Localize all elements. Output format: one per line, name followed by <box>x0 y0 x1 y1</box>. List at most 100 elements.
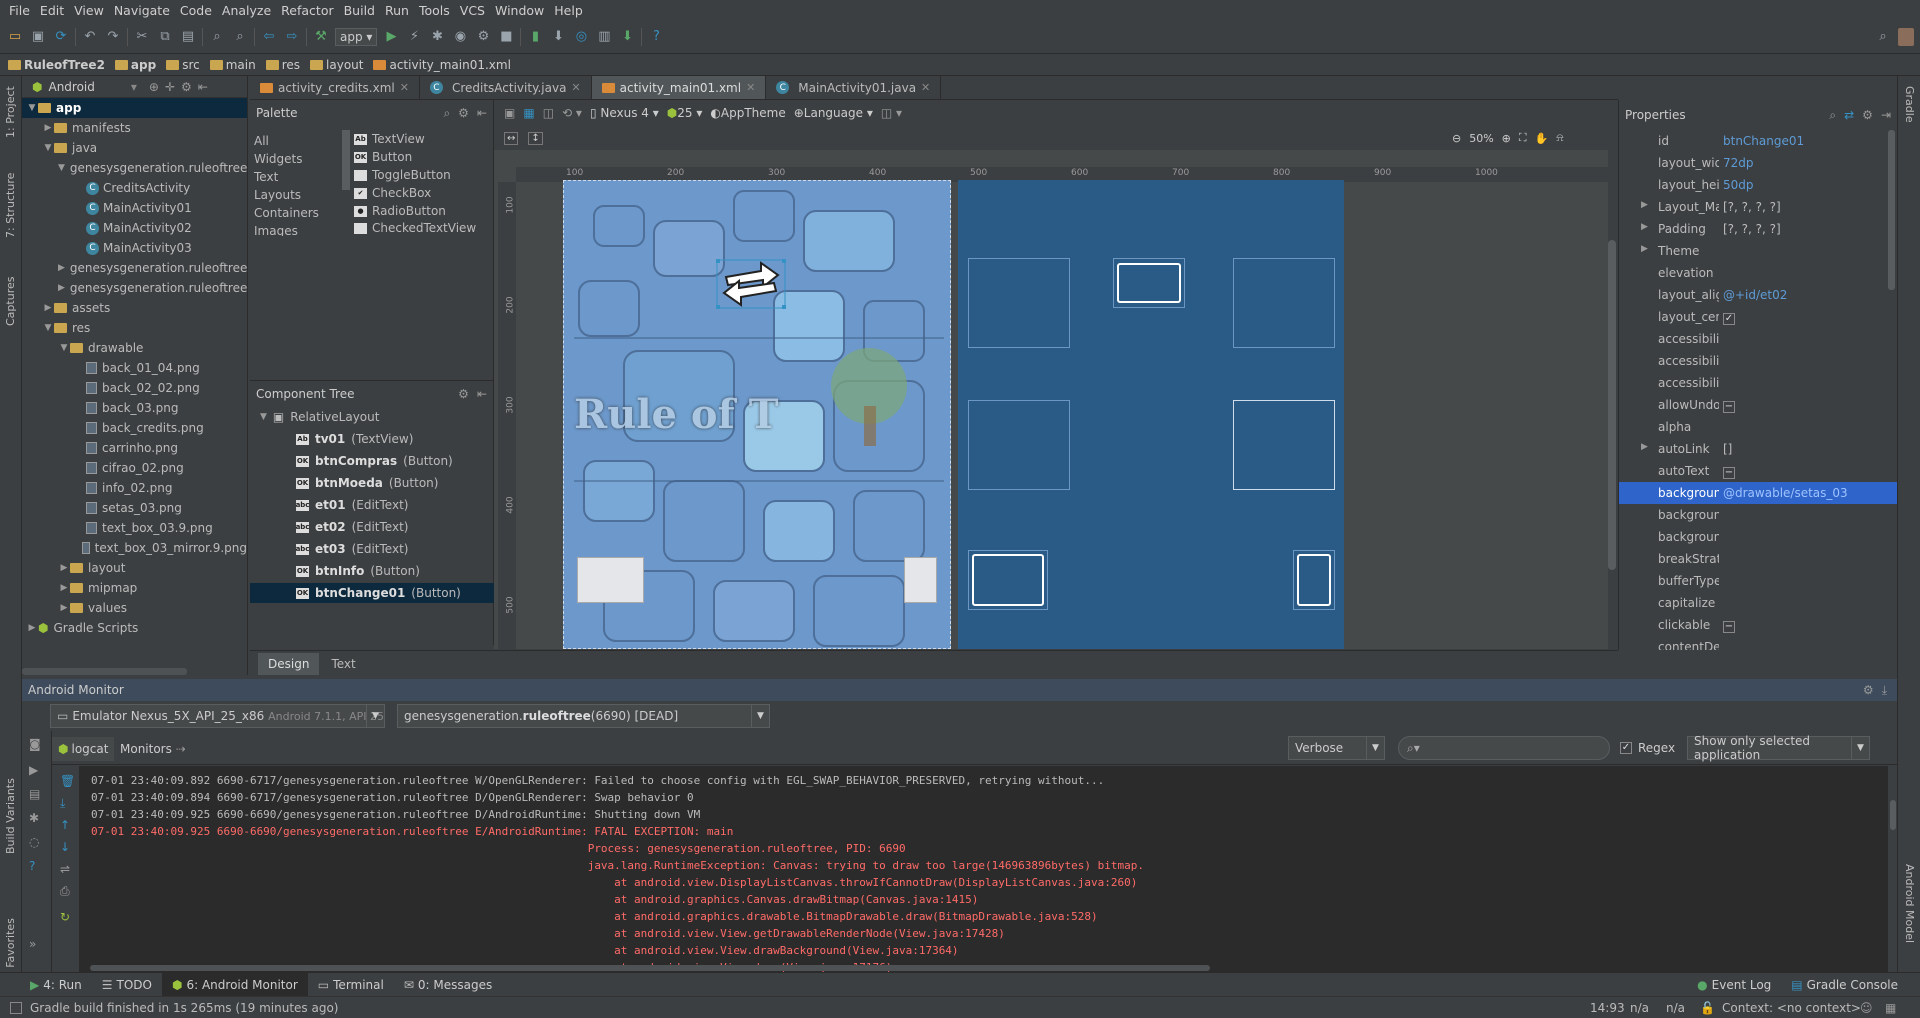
tool-window-button[interactable]: ⬢ 6: Android Monitor <box>161 972 308 997</box>
property-row[interactable]: backgroundTint <box>1619 504 1897 526</box>
tree-item[interactable]: C MainActivity01 <box>22 198 247 218</box>
gear-icon[interactable]: ⚙ <box>1863 683 1874 698</box>
close-icon[interactable]: ✕ <box>571 81 580 94</box>
tab-monitors[interactable]: Monitors ⇢ <box>114 737 192 761</box>
breadcrumb-item[interactable]: app <box>114 58 156 72</box>
palette-category[interactable]: Widgets <box>254 152 303 166</box>
property-row[interactable]: layout_width72dp <box>1619 152 1897 174</box>
property-value[interactable]: − <box>1719 618 1851 633</box>
logcat-output[interactable]: 07-01 23:40:09.892 6690-6717/genesysgene… <box>80 766 1888 972</box>
tree-item[interactable]: ▶ mipmap <box>22 578 247 598</box>
property-value[interactable]: @drawable/setas_03 <box>1719 486 1851 500</box>
collapse-icon[interactable]: ✛ <box>165 80 175 94</box>
property-row[interactable]: ▶ Layout_Margin[?, ?, ?, ?] <box>1619 196 1897 218</box>
edittext-preview[interactable] <box>904 557 937 603</box>
sync-icon[interactable]: ⟳ <box>52 28 70 46</box>
menu-window[interactable]: Window <box>490 3 549 18</box>
blueprint-button-selected[interactable] <box>1117 263 1181 303</box>
sdk-manager-icon[interactable]: ⬇ <box>549 28 567 46</box>
clear-logcat-icon[interactable]: 🗑 <box>60 774 75 788</box>
redo-icon[interactable]: ↷ <box>104 28 122 46</box>
expand-arrow-icon[interactable]: ▶ <box>1641 442 1648 452</box>
property-value[interactable]: − <box>1719 464 1851 479</box>
tool-window-button[interactable]: ▭ Terminal <box>308 973 394 997</box>
expand-arrow-icon[interactable]: ▼ <box>42 323 54 333</box>
project-tool-button[interactable]: 1: Project <box>4 86 17 138</box>
screenshot-icon[interactable]: ◙ <box>29 737 41 751</box>
warnings-icon[interactable]: ⍾ <box>1556 131 1563 145</box>
close-icon[interactable]: ✕ <box>746 81 755 94</box>
component-tree-item[interactable]: OK btnMoeda (Button) <box>296 473 438 493</box>
search-everywhere-icon[interactable]: ⌕ <box>1874 28 1892 46</box>
hide-icon[interactable]: ⇤ <box>198 80 208 94</box>
property-row[interactable]: ▶ Padding [?, ?, ?, ?] <box>1619 218 1897 240</box>
tree-item[interactable]: back_02_02.png <box>22 378 247 398</box>
change-arrows-icon[interactable] <box>716 259 786 309</box>
property-value[interactable]: − <box>1719 398 1851 413</box>
forward-icon[interactable]: ⇨ <box>283 28 301 46</box>
close-icon[interactable]: ✕ <box>921 81 930 94</box>
palette-category[interactable]: Text <box>254 170 278 184</box>
editor-tab[interactable]: C CreditsActivity.java ✕ <box>420 76 592 99</box>
scroll-to-end-icon[interactable]: ⤓ <box>60 796 65 811</box>
menu-tools[interactable]: Tools <box>414 3 455 18</box>
property-row[interactable]: contentDescriptio <box>1619 636 1897 650</box>
zoom-fit-icon[interactable]: ⛶ <box>1519 131 1527 145</box>
search-icon[interactable]: ⌕ <box>443 106 450 121</box>
property-value[interactable]: 72dp <box>1719 156 1851 170</box>
device-select[interactable]: ▯ Nexus 4 ▾ <box>590 106 659 120</box>
close-icon[interactable]: ✕ <box>400 81 409 94</box>
tree-item[interactable]: ▶ layout <box>22 558 247 578</box>
property-row[interactable]: layout_height50dp <box>1619 174 1897 196</box>
expand-arrow-icon[interactable]: ▶ <box>1641 244 1648 254</box>
expand-arrow-icon[interactable]: ▶ <box>58 263 65 273</box>
blueprint-preview[interactable] <box>958 180 1344 649</box>
property-value[interactable]: [?, ?, ?, ?] <box>1719 200 1851 214</box>
palette-item[interactable]: Ab TextView <box>354 132 425 146</box>
tool-window-button[interactable]: ✉ 0: Messages <box>394 973 502 997</box>
component-tree-item[interactable]: OK btnChange01 (Button) <box>250 583 494 603</box>
tree-item[interactable]: ▶ ⬢ Gradle Scripts <box>22 618 247 638</box>
breadcrumb-item[interactable]: activity_main01.xml <box>373 58 511 72</box>
palette-scroll[interactable] <box>342 130 350 190</box>
expand-arrow-icon[interactable]: ▶ <box>58 583 70 593</box>
property-value[interactable]: [] <box>1719 442 1851 456</box>
editor-tab[interactable]: C MainActivity01.java ✕ <box>766 76 942 99</box>
palette-item[interactable]: CheckedTextView <box>354 222 476 234</box>
hide-icon[interactable]: ⤓ <box>1882 683 1887 698</box>
tree-item[interactable]: ▼ genesysgeneration.ruleoftree <box>22 158 247 178</box>
log-hscroll[interactable] <box>90 965 1210 971</box>
tree-item[interactable]: back_03.png <box>22 398 247 418</box>
property-row[interactable]: bufferType <box>1619 570 1897 592</box>
build-variants-tool-button[interactable]: Build Variants <box>4 778 17 854</box>
expand-arrow-icon[interactable]: ▶ <box>58 603 70 613</box>
tree-root-row[interactable]: ▼ ▣ RelativeLayout <box>260 407 379 427</box>
log-vscroll[interactable] <box>1890 800 1896 830</box>
expand-arrow-icon[interactable]: ▼ <box>26 103 38 113</box>
design-mode-icon[interactable]: ▣ <box>504 106 515 120</box>
open-icon[interactable]: ▭ <box>6 28 24 46</box>
property-row[interactable]: ▶ autoLink [] <box>1619 438 1897 460</box>
component-tree-item[interactable]: abc et03 (EditText) <box>296 539 409 559</box>
expand-arrow-icon[interactable]: ▶ <box>1641 200 1648 210</box>
menu-code[interactable]: Code <box>175 3 217 18</box>
menu-file[interactable]: File <box>4 3 35 18</box>
log-level-dropdown[interactable]: Verbose ▼ <box>1288 736 1385 760</box>
zoom-in-icon[interactable]: ⊕ <box>1502 132 1511 145</box>
regex-checkbox[interactable]: ✓ Regex <box>1620 741 1675 755</box>
tree-item[interactable]: ▶ manifests <box>22 118 247 138</box>
scope-icon[interactable]: ⊕ <box>149 80 159 94</box>
soft-wrap-icon[interactable]: ⇌ <box>60 862 70 876</box>
menu-run[interactable]: Run <box>380 3 414 18</box>
tool-window-button[interactable]: ☰ TODO <box>92 973 162 997</box>
caret-position[interactable]: 14:93 <box>1590 1001 1625 1015</box>
tree-item[interactable]: back_credits.png <box>22 418 247 438</box>
avd-manager-icon[interactable]: ▮ <box>526 28 544 46</box>
expand-arrow-icon[interactable]: ▶ <box>26 623 38 633</box>
tree-item[interactable]: info_02.png <box>22 478 247 498</box>
copy-icon[interactable]: ⧉ <box>156 28 174 46</box>
menu-navigate[interactable]: Navigate <box>109 3 175 18</box>
editor-tab[interactable]: activity_main01.xml ✕ <box>591 76 767 99</box>
restart-icon[interactable]: ↻ <box>60 910 70 924</box>
terminate-icon[interactable]: ✱ <box>29 811 39 825</box>
